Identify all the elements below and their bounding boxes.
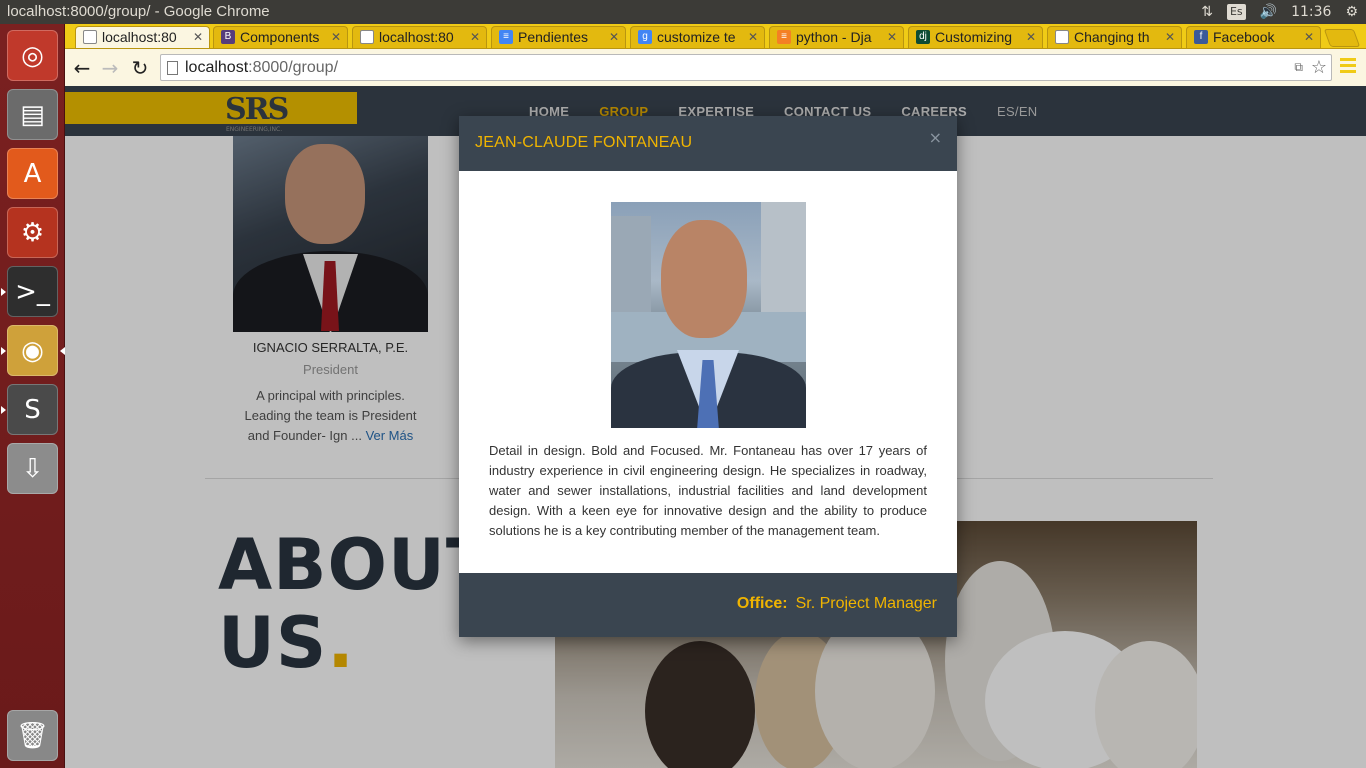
os-top-panel: localhost:8000/group/ - Google Chrome ⇅ …	[0, 0, 1366, 24]
docs-icon: ≡	[499, 30, 513, 44]
tab-facebook[interactable]: f Facebook ✕	[1186, 26, 1321, 48]
tab-localhost-active[interactable]: localhost:80 ✕	[75, 26, 210, 48]
new-tab-button[interactable]	[1323, 29, 1361, 47]
tab-changing[interactable]: Changing th ✕	[1047, 26, 1182, 48]
page-icon	[83, 30, 97, 44]
tab-label: Changing th	[1074, 29, 1150, 45]
modal-header: JEAN-CLAUDE FONTANEAU ×	[459, 116, 957, 171]
tab-label: Customizing	[935, 29, 1013, 45]
menu-icon[interactable]	[1340, 58, 1356, 76]
tab-python-django[interactable]: ≡ python - Dja ✕	[769, 26, 904, 48]
window-title: localhost:8000/group/ - Google Chrome	[7, 3, 270, 20]
page-icon	[1055, 30, 1069, 44]
close-icon[interactable]: ✕	[887, 27, 897, 47]
close-icon[interactable]: ✕	[1026, 27, 1036, 47]
tab-components[interactable]: B Components ✕	[213, 26, 348, 48]
terminal-icon[interactable]: >_	[1, 266, 58, 317]
tab-customize[interactable]: g customize te ✕	[630, 26, 765, 48]
browser-toolbar: ← → ↻ localhost:8000/group/ ⧉ ☆	[65, 48, 1366, 86]
indicator-area: ⇅ Es 🔊 11:36 ⚙	[1201, 0, 1358, 24]
close-icon[interactable]: ✕	[1304, 27, 1314, 47]
facebook-icon: f	[1194, 30, 1208, 44]
clock[interactable]: 11:36	[1291, 0, 1331, 24]
profile-modal: JEAN-CLAUDE FONTANEAU × Detail in design…	[459, 116, 957, 637]
tab-label: python - Dja	[796, 29, 872, 45]
modal-footer: Office: Sr. Project Manager	[459, 573, 957, 637]
close-icon[interactable]: ✕	[1165, 27, 1175, 47]
unity-launcher: ◎ ▤ A ⚙ >_ ◉ S ⇩ 🗑	[0, 24, 65, 768]
tab-label: customize te	[657, 29, 736, 45]
page-icon	[360, 30, 374, 44]
office-value: Sr. Project Manager	[795, 595, 937, 612]
keyboard-layout-indicator[interactable]: Es	[1226, 4, 1246, 20]
usb-icon[interactable]: ⇩	[7, 443, 58, 494]
close-icon[interactable]: ✕	[748, 27, 758, 47]
volume-icon[interactable]: 🔊	[1260, 0, 1277, 24]
google-icon: g	[638, 30, 652, 44]
tab-label: Facebook	[1213, 29, 1275, 45]
profile-bio: Detail in design. Bold and Focused. Mr. …	[489, 443, 927, 538]
shopping-bag-icon[interactable]: A	[7, 148, 58, 199]
chrome-icon[interactable]: ◉	[1, 325, 65, 376]
tab-pendientes[interactable]: ≡ Pendientes ✕	[491, 26, 626, 48]
close-icon[interactable]: ✕	[609, 27, 619, 47]
modal-title: JEAN-CLAUDE FONTANEAU	[475, 134, 693, 151]
django-icon: dj	[916, 30, 930, 44]
close-icon[interactable]: ✕	[470, 27, 480, 47]
page-viewport: SRS ENGINEERING,INC. HOME GROUP EXPERTIS…	[65, 86, 1366, 768]
gear-icon[interactable]: ⚙	[1345, 0, 1358, 24]
network-icon[interactable]: ⇅	[1201, 0, 1213, 24]
office-info: Office: Sr. Project Manager	[737, 595, 937, 613]
back-arrow-icon[interactable]: ←	[69, 55, 95, 81]
office-label: Office:	[736, 595, 788, 612]
star-icon[interactable]: ☆	[1311, 55, 1327, 81]
file-cabinet-icon[interactable]: ▤	[7, 89, 58, 140]
tab-label: Pendientes	[518, 29, 589, 45]
bootstrap-icon: B	[221, 30, 235, 44]
stackoverflow-icon: ≡	[777, 30, 791, 44]
trash-icon[interactable]: 🗑	[7, 710, 58, 761]
tab-customizing[interactable]: dj Customizing ✕	[908, 26, 1043, 48]
tab-localhost-2[interactable]: localhost:80 ✕	[352, 26, 487, 48]
close-icon[interactable]: ×	[929, 128, 942, 147]
wrench-gear-icon[interactable]: ⚙	[7, 207, 58, 258]
forward-arrow-icon[interactable]: →	[97, 55, 123, 81]
sublime-icon[interactable]: S	[1, 384, 58, 435]
address-bar[interactable]: localhost:8000/group/ ⧉ ☆	[160, 54, 1332, 81]
page-icon	[167, 61, 178, 75]
close-icon[interactable]: ✕	[193, 27, 203, 47]
tab-label: Components	[240, 29, 320, 45]
tab-label: localhost:80	[102, 29, 177, 45]
url-text[interactable]: localhost:8000/group/	[185, 55, 338, 81]
reload-icon[interactable]: ↻	[127, 55, 153, 81]
translate-icon[interactable]: ⧉	[1294, 60, 1303, 75]
ubuntu-logo-icon[interactable]: ◎	[7, 30, 58, 81]
tab-label: localhost:80	[379, 29, 454, 45]
close-icon[interactable]: ✕	[331, 27, 341, 47]
tab-strip: localhost:80 ✕ B Components ✕ localhost:…	[65, 24, 1366, 48]
browser-frame: localhost:80 ✕ B Components ✕ localhost:…	[65, 24, 1366, 86]
profile-photo	[611, 202, 806, 428]
